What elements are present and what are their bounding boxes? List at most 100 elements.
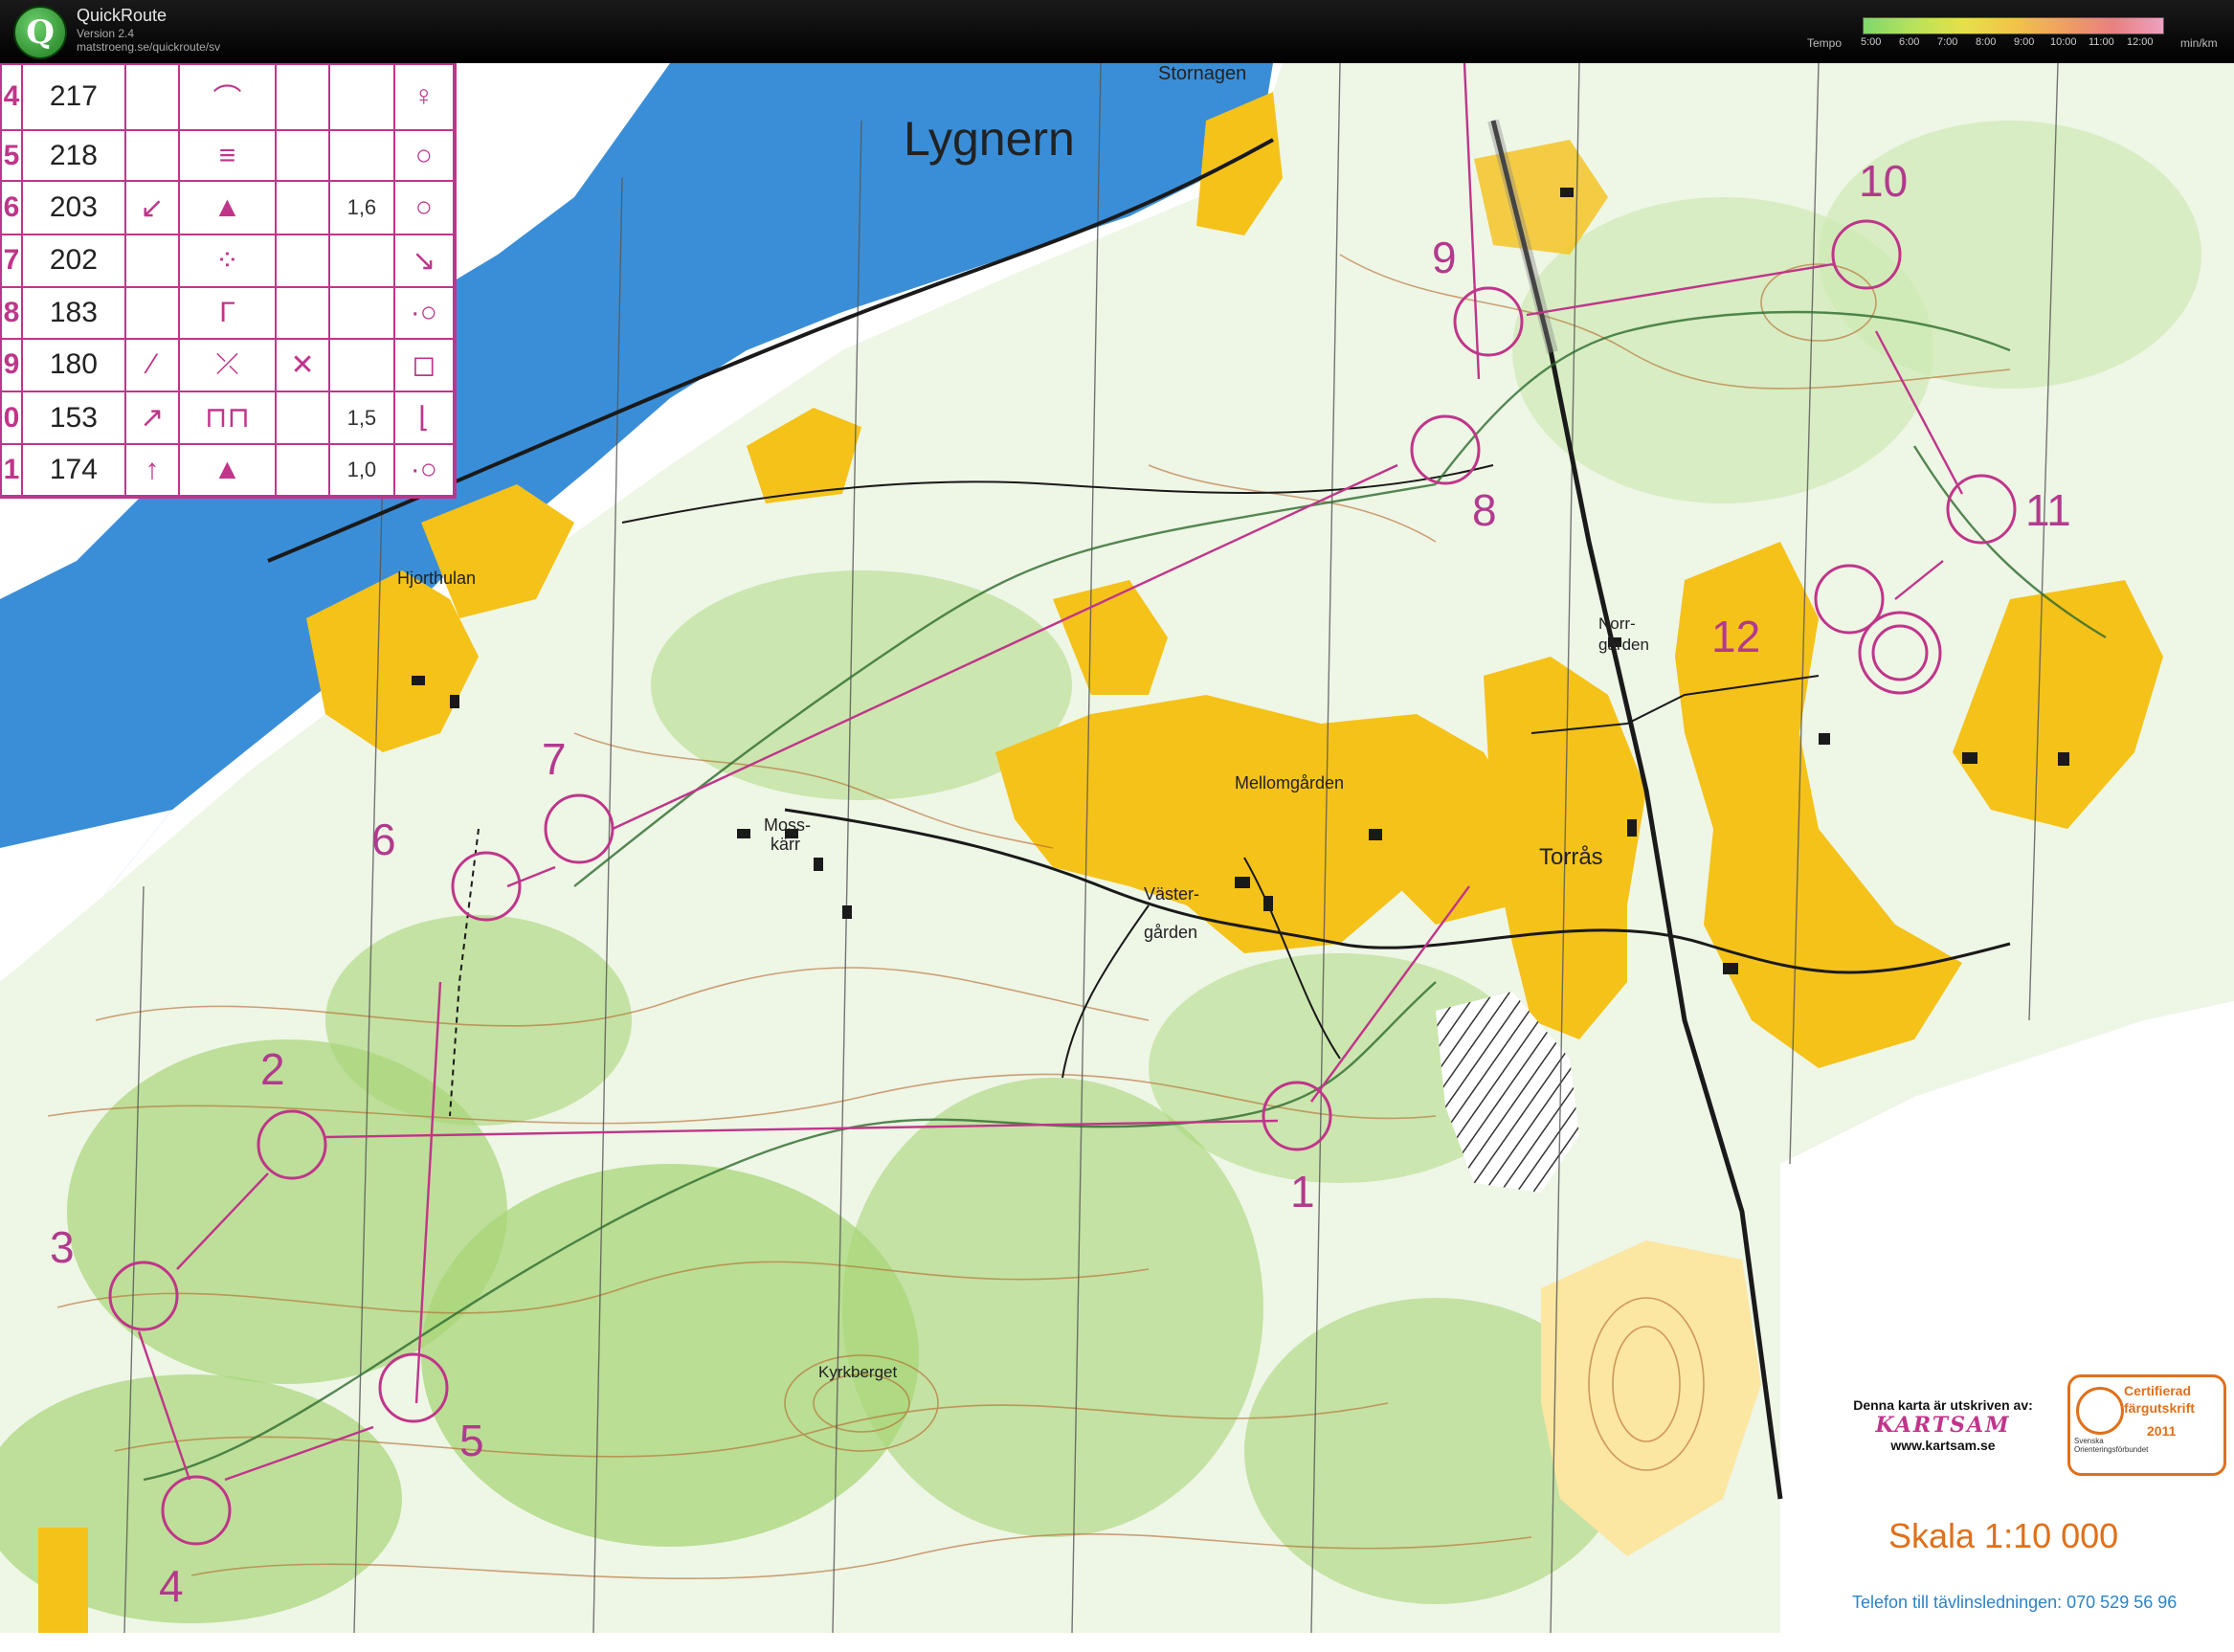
label-lygnern: Lygnern [904,112,1075,166]
description-cell-extra: ·○ [392,285,456,340]
description-cell-dir: ↙ [123,180,180,235]
tempo-tick: 8:00 [1976,36,1997,48]
tempo-color-scale[interactable] [1863,17,2164,34]
control-number-1: 1 [1290,1167,1315,1217]
description-cell-dir [123,285,180,340]
cert-line-2: färgutskrift [2124,1400,2195,1416]
description-cell-code: 202 [21,233,126,288]
kartsam-logo: KARTSAM [1875,1413,2011,1438]
description-cell-num: 8 [0,285,23,340]
tempo-ticks: 5:00 6:00 7:00 8:00 9:00 10:00 11:00 12:… [1861,36,2178,50]
label-norrgarden-2: gården [1598,636,1649,654]
description-cell-size: 1,0 [328,443,395,497]
tempo-tick: 11:00 [2089,36,2114,48]
description-cell-dir: ⁄ [123,337,180,392]
description-cell-size: 1,6 [328,180,395,235]
tempo-unit: min/km [2180,36,2218,50]
orienteering-runner-icon [2076,1387,2124,1435]
tempo-tick: 7:00 [1937,36,1958,48]
map-scale: Skala 1:10 000 [1888,1516,2119,1555]
tempo-tick: 9:00 [2014,36,2035,48]
orienteering-map[interactable]: Lygnern Stornagen Hjorthulan Moss- kärr … [0,63,2234,1652]
cert-line-1: Certifierad [2124,1383,2192,1398]
label-hjorthulan: Hjorthulan [397,569,477,588]
description-row: 9 180 ⁄ ⤫ ✕ ◻ [0,337,456,392]
description-cell-extra: ⌊ [392,390,456,446]
description-row: 6 203 ↙ ▲ 1,6 ○ [0,180,456,235]
contact-phone: Telefon till tävlinsledningen: 070 529 5… [1852,1593,2178,1612]
description-cell-feature: ⊓⊓ [177,390,277,446]
tempo-tick: 12:00 [2127,36,2154,48]
description-cell-extra: ♀ [392,63,456,131]
cert-org: Svenska Orienteringsförbundet [2074,1437,2149,1454]
description-cell-size [328,128,395,183]
description-cell-feature: ⁘ [177,233,277,288]
tempo-label: Tempo [1807,36,1843,50]
description-row: 4 217 ⌒ ♀ [0,63,456,131]
app-titlebar: Q QuickRoute Version 2.4 matstroeng.se/q… [0,0,2234,63]
description-cell-num: 9 [0,337,23,392]
description-cell-size [328,63,395,131]
label-mellomgarden: Mellomgården [1235,773,1345,793]
control-number-5: 5 [459,1416,484,1465]
control-number-4: 4 [159,1561,184,1611]
control-number-12: 12 [1711,612,1761,661]
control-number-2: 2 [260,1044,285,1094]
description-cell-dir [123,128,180,183]
description-cell-detail [274,233,331,288]
tempo-tick: 10:00 [2050,36,2077,48]
description-cell-detail [274,63,331,131]
credit-line-2: www.kartsam.se [1890,1438,1996,1453]
app-url[interactable]: matstroeng.se/quickroute/sv [77,40,220,54]
label-vastergarden-1: Väster- [1144,884,1200,904]
description-cell-extra: ○ [392,128,456,183]
description-cell-num: 4 [0,63,23,131]
credit-line-1: Denna karta är utskriven av: [1853,1397,2033,1413]
description-cell-dir [123,233,180,288]
description-cell-feature: ≡ [177,128,277,183]
description-cell-detail [274,285,331,340]
description-cell-code: 153 [21,390,126,446]
label-kyrkberget: Kyrkberget [818,1363,898,1381]
control-number-3: 3 [50,1222,75,1272]
description-row: 8 183 Γ ·○ [0,285,456,340]
description-cell-feature: Γ [177,285,277,340]
control-number-7: 7 [542,734,567,784]
cert-year: 2011 [2147,1423,2177,1439]
description-row: 7 202 ⁘ ↘ [0,233,456,288]
description-cell-extra: ◻ [392,337,456,392]
control-number-9: 9 [1432,233,1457,282]
control-number-6: 6 [371,815,396,864]
open-land [38,1528,88,1633]
control-number-10: 10 [1859,156,1909,206]
certificate-badge: Certifierad färgutskrift 2011 Svenska Or… [2067,1374,2226,1476]
description-cell-num: 6 [0,180,23,235]
description-cell-detail: ✕ [274,337,331,392]
description-cell-extra: ·○ [392,443,456,497]
quickroute-logo-icon: Q [13,6,67,59]
description-cell-extra: ○ [392,180,456,235]
description-cell-code: 203 [21,180,126,235]
description-cell-size [328,285,395,340]
description-cell-feature: ⌒ [177,63,277,131]
description-cell-feature: ▲ [177,443,277,497]
green-patch [421,1164,919,1547]
description-cell-num: 0 [0,390,23,446]
description-cell-code: 183 [21,285,126,340]
description-cell-num: 7 [0,233,23,288]
description-cell-code: 217 [21,63,126,131]
print-credit: Denna karta är utskriven av: KARTSAM www… [1823,1397,2063,1453]
label-norrgarden-1: Norr- [1598,614,1636,633]
tempo-tick: 6:00 [1899,36,1920,48]
description-cell-extra: ↘ [392,233,456,288]
description-cell-detail [274,443,331,497]
description-cell-detail [274,180,331,235]
description-cell-detail [274,128,331,183]
description-cell-num: 5 [0,128,23,183]
control-number-11: 11 [2025,485,2071,535]
description-cell-dir [123,63,180,131]
label-mosskarr-2: kärr [771,835,800,854]
description-row: 0 153 ↗ ⊓⊓ 1,5 ⌊ [0,390,456,446]
description-cell-feature: ▲ [177,180,277,235]
app-version: Version 2.4 [77,27,135,40]
